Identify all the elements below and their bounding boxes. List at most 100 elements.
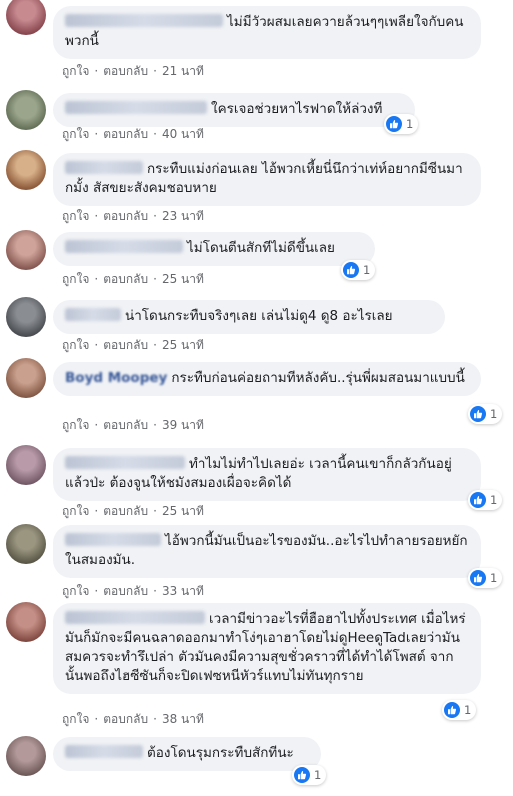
avatar[interactable] [6,358,46,398]
author-name[interactable]: Boyd Moopey [65,370,167,386]
separator: · [153,272,157,286]
comment-text: กระทืบก่อนค่อยถามทีหลังคับ..รุ่นพี่ผมสอน… [171,370,465,386]
author-name-redacted[interactable] [65,101,207,114]
reaction-count[interactable]: 1 [442,700,477,720]
author-name-redacted[interactable] [65,611,205,624]
separator: · [94,338,99,352]
reply-link[interactable]: ตอบกลับ [103,710,148,729]
reply-link[interactable]: ตอบกลับ [103,270,148,289]
reply-link[interactable]: ตอบกลับ [103,62,148,81]
avatar[interactable] [6,297,46,337]
comment-meta: ถูกใจ · ตอบกลับ · 38 นาที [62,710,204,729]
comment-text: ไม่โดนตีนสักทีไม่ดีขึ้นเลย [187,240,335,256]
reaction-count[interactable]: 1 [468,404,503,424]
author-name-redacted[interactable] [65,745,143,758]
reaction-count[interactable]: 1 [468,568,503,588]
comment-meta: ถูกใจ · ตอบกลับ · 25 นาที [62,336,204,355]
separator: · [94,272,99,286]
separator: · [94,64,99,78]
like-link[interactable]: ถูกใจ [62,336,89,355]
separator: · [153,712,157,726]
like-link[interactable]: ถูกใจ [62,270,89,289]
avatar[interactable] [6,90,46,130]
separator: · [153,338,157,352]
timestamp[interactable]: 33 นาที [162,582,204,601]
reaction-number: 1 [406,117,414,131]
comment-meta: ถูกใจ · ตอบกลับ · 39 นาที [62,416,204,435]
reaction-count[interactable]: 1 [292,765,327,785]
separator: · [153,584,157,598]
author-name-redacted[interactable] [65,161,143,174]
author-name-redacted[interactable] [65,240,183,253]
comment-meta: ถูกใจ · ตอบกลับ · 25 นาที [62,502,204,521]
avatar[interactable] [6,0,46,35]
comment-bubble: น่าโดนกระทืบจริงๆเลย เล่นไม่ดู4 ดู8 อะไร… [53,300,445,334]
reaction-count[interactable]: 1 [468,490,503,510]
separator: · [94,712,99,726]
separator: · [153,209,157,223]
comment-meta: ถูกใจ · ตอบกลับ · 23 นาที [62,207,204,226]
reply-link[interactable]: ตอบกลับ [103,502,148,521]
timestamp[interactable]: 25 นาที [162,502,204,521]
comment-bubble: ไม่โดนตีนสักทีไม่ดีขึ้นเลย [53,232,375,266]
timestamp[interactable]: 38 นาที [162,710,204,729]
reply-link[interactable]: ตอบกลับ [103,207,148,226]
timestamp[interactable]: 39 นาที [162,416,204,435]
comment-bubble: ต้องโดนรุมกระทืบสักทีนะ [53,737,321,771]
author-name-redacted[interactable] [65,308,121,321]
avatar[interactable] [6,445,46,485]
like-reaction-icon [470,406,486,422]
like-link[interactable]: ถูกใจ [62,207,89,226]
comment-bubble: กระทืบแม่งก่อนเลย ไอ้พวกเหี้ยนี่นึกว่าเท… [53,153,481,206]
comment-meta: ถูกใจ · ตอบกลับ · 33 นาที [62,582,204,601]
avatar[interactable] [6,150,46,190]
separator: · [94,418,99,432]
comment-bubble: เวลามีข่าวอะไรที่ฮือฮาไปทั้งประเทศ เมื่อ… [53,603,481,694]
separator: · [153,64,157,78]
like-link[interactable]: ถูกใจ [62,62,89,81]
timestamp[interactable]: 25 นาที [162,270,204,289]
comment-bubble: ใครเจอช่วยหาไรฟาดให้ล่วงที [53,93,415,127]
author-name-redacted[interactable] [65,14,223,27]
timestamp[interactable]: 23 นาที [162,207,204,226]
reply-link[interactable]: ตอบกลับ [103,336,148,355]
reply-link[interactable]: ตอบกลับ [103,416,148,435]
avatar[interactable] [6,602,46,642]
avatar[interactable] [6,524,46,564]
comment-bubble: ทำไมไม่ทำไปเลยอ่ะ เวลานี้คนเขาก็กลัวกันอ… [53,448,481,501]
like-link[interactable]: ถูกใจ [62,582,89,601]
like-link[interactable]: ถูกใจ [62,710,89,729]
separator: · [94,504,99,518]
reaction-count[interactable]: 1 [341,260,376,280]
like-reaction-icon [470,492,486,508]
reaction-number: 1 [363,263,371,277]
comment-text: ต้องโดนรุมกระทืบสักทีนะ [147,745,294,761]
comment-bubble: ไม่มีวัวผสมเลยควายล้วนๆๆเพลียใจกับคนพวกน… [53,6,481,59]
like-reaction-icon [386,116,402,132]
timestamp[interactable]: 40 นาที [162,125,204,144]
avatar[interactable] [6,736,46,776]
separator: · [153,418,157,432]
avatar[interactable] [6,230,46,270]
like-reaction-icon [343,262,359,278]
comment-meta: ถูกใจ · ตอบกลับ · 25 นาที [62,270,204,289]
reaction-count[interactable]: 1 [384,114,419,134]
timestamp[interactable]: 25 นาที [162,336,204,355]
author-name-redacted[interactable] [65,456,185,469]
like-link[interactable]: ถูกใจ [62,125,89,144]
author-name-redacted[interactable] [65,533,161,546]
reply-link[interactable]: ตอบกลับ [103,582,148,601]
like-link[interactable]: ถูกใจ [62,502,89,521]
comment-bubble: ไอ้พวกนี้มันเป็นอะไรของมัน..อะไรไปทำลายร… [53,525,481,578]
like-link[interactable]: ถูกใจ [62,416,89,435]
reply-link[interactable]: ตอบกลับ [103,125,148,144]
like-reaction-icon [294,767,310,783]
separator: · [94,209,99,223]
reaction-number: 1 [464,703,472,717]
reaction-number: 1 [490,407,498,421]
comment-text: ใครเจอช่วยหาไรฟาดให้ล่วงที [211,101,383,117]
timestamp[interactable]: 21 นาที [162,62,204,81]
like-reaction-icon [470,570,486,586]
comment-bubble: Boyd Moopey กระทืบก่อนค่อยถามทีหลังคับ..ร… [53,362,481,396]
like-reaction-icon [444,702,460,718]
